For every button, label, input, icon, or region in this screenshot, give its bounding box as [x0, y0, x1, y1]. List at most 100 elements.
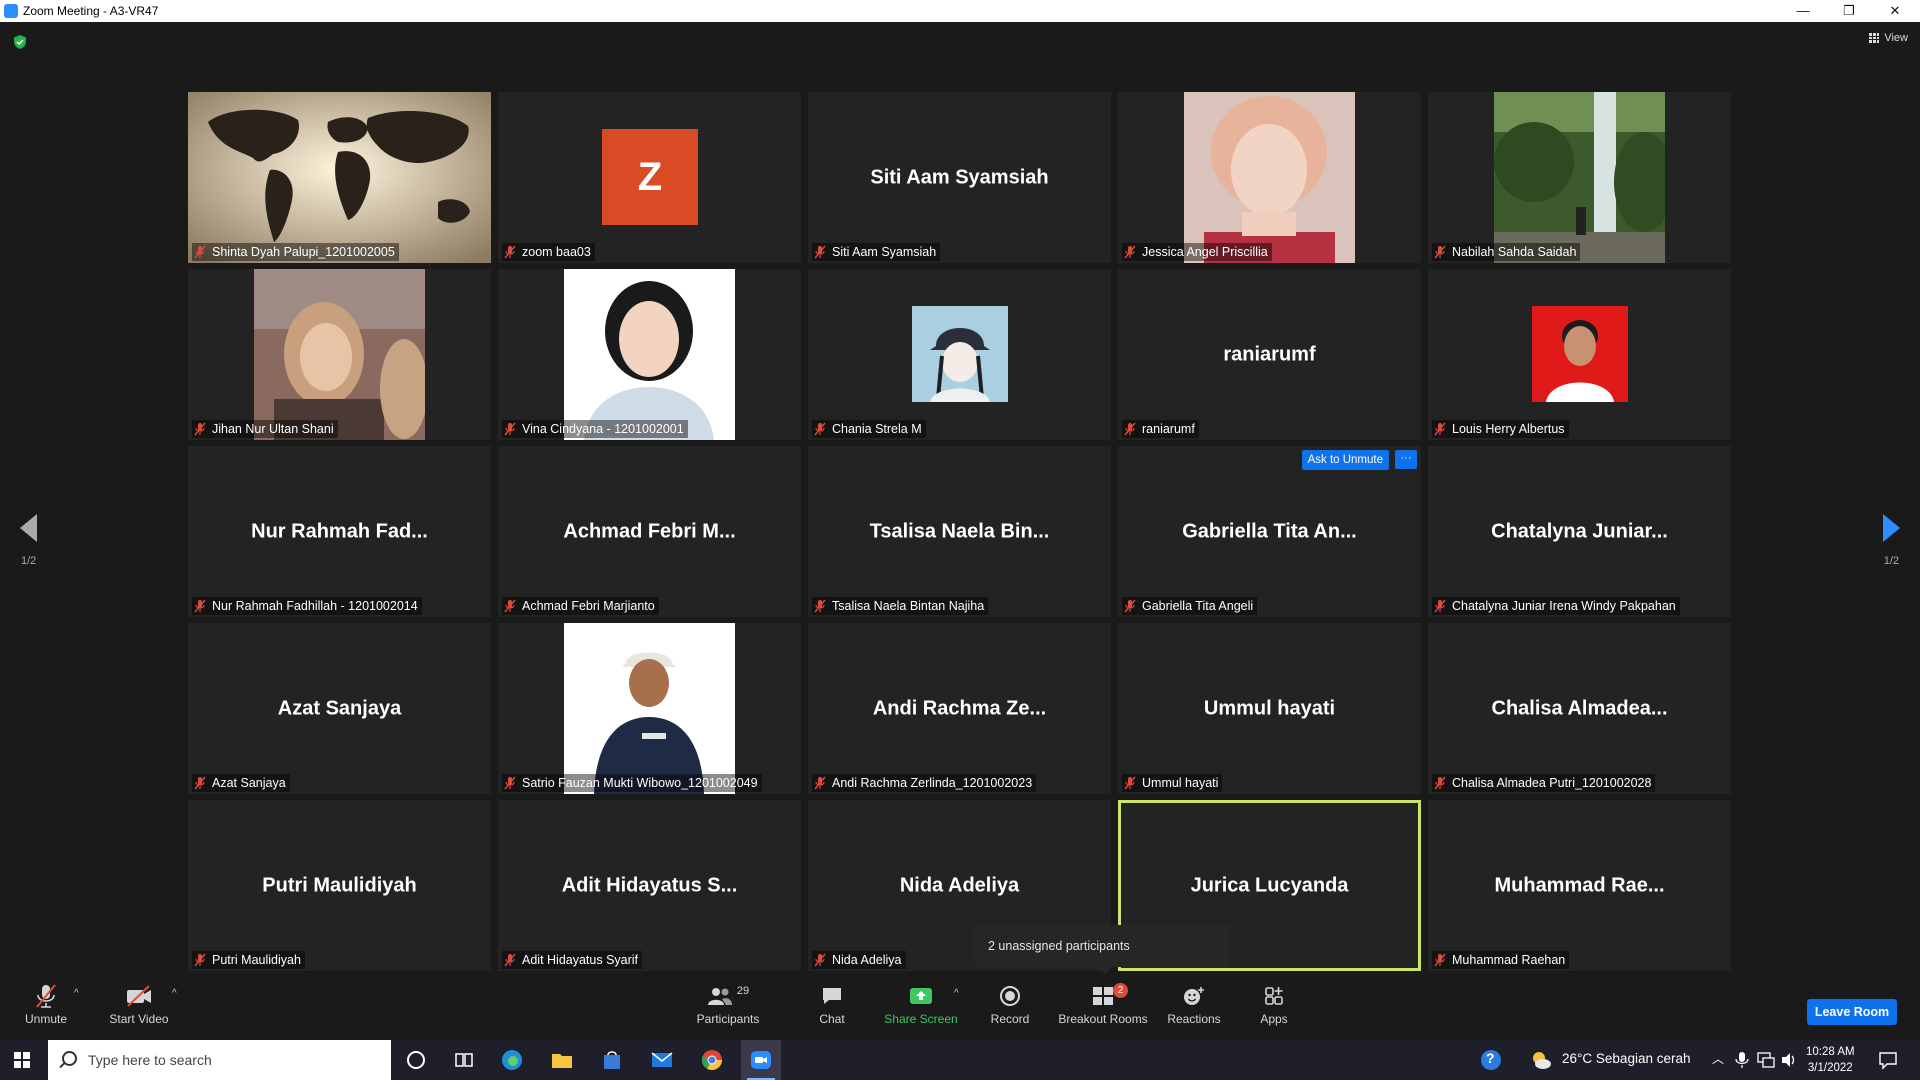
mail-icon[interactable] — [650, 1048, 674, 1072]
muted-mic-icon — [504, 953, 516, 967]
muted-mic-icon — [1124, 422, 1136, 436]
file-explorer-icon[interactable] — [550, 1048, 574, 1072]
meeting-toolbar: Unmute ^ Start Video ^ 29 Participants C… — [0, 980, 1920, 1040]
more-options-button[interactable]: ··· — [1395, 450, 1417, 469]
cortana-icon[interactable] — [404, 1048, 428, 1072]
participant-tile[interactable]: Chania Strela M — [808, 269, 1111, 440]
participant-tile[interactable]: Azat Sanjaya Azat Sanjaya — [188, 623, 491, 794]
participant-display-name: Chatalyna Juniar... — [1491, 520, 1668, 542]
ask-to-unmute-button[interactable]: Ask to Unmute — [1301, 450, 1389, 470]
participant-tile[interactable]: Andi Rachma Ze... Andi Rachma Zerlinda_1… — [808, 623, 1111, 794]
muted-mic-icon — [814, 245, 826, 259]
participant-display-name: Nida Adeliya — [899, 874, 1020, 896]
chat-button[interactable]: Chat — [810, 980, 854, 1040]
participant-tile[interactable]: Adit Hidayatus S... Adit Hidayatus Syari… — [498, 800, 801, 971]
participant-tile[interactable]: Jihan Nur Ultan Shani — [188, 269, 491, 440]
reactions-button[interactable]: Reactions — [1164, 980, 1224, 1040]
participant-tile[interactable]: Satrio Fauzan Mukti Wibowo_1201002049 — [498, 623, 801, 794]
edge-browser-icon[interactable] — [500, 1048, 524, 1072]
participant-name-label: Louis Herry Albertus — [1432, 420, 1569, 438]
apps-button[interactable]: Apps — [1254, 980, 1294, 1040]
video-off-icon — [127, 985, 151, 1007]
apps-label: Apps — [1260, 1012, 1288, 1026]
participant-name-label: Siti Aam Syamsiah — [812, 243, 941, 261]
weather-icon[interactable] — [1530, 1049, 1552, 1071]
participant-tile[interactable]: Shinta Dyah Palupi_1201002005 — [188, 92, 491, 263]
share-options-caret[interactable]: ^ — [954, 988, 959, 999]
participant-name-label: Chalisa Almadea Putri_1201002028 — [1432, 774, 1656, 792]
participant-photo — [564, 623, 735, 794]
muted-mic-icon — [194, 245, 206, 259]
participant-photo — [564, 269, 735, 440]
breakout-rooms-icon — [1093, 987, 1113, 1005]
participant-tile[interactable]: Achmad Febri M... Achmad Febri Marjianto — [498, 446, 801, 617]
audio-options-caret[interactable]: ^ — [74, 988, 79, 999]
task-view-icon[interactable] — [452, 1048, 476, 1072]
participant-tile[interactable]: Ask to Unmute ··· Gabriella Tita An... G… — [1118, 446, 1421, 617]
participant-name-label: Tsalisa Naela Bintan Najiha — [812, 597, 989, 615]
chrome-browser-icon[interactable] — [700, 1048, 724, 1072]
tray-microphone-icon[interactable] — [1734, 1051, 1750, 1069]
network-icon[interactable] — [1756, 1051, 1776, 1069]
next-page-arrow-icon[interactable] — [1883, 514, 1900, 542]
minimize-button[interactable]: — — [1780, 0, 1826, 22]
participant-name-label: Gabriella Tita Angeli — [1122, 597, 1258, 615]
microsoft-store-icon[interactable] — [600, 1048, 624, 1072]
notification-center-icon[interactable] — [1878, 1050, 1898, 1070]
view-button[interactable]: View — [1869, 32, 1908, 44]
participant-photo — [254, 269, 425, 440]
video-options-caret[interactable]: ^ — [172, 988, 177, 999]
participant-name-label: Satrio Fauzan Mukti Wibowo_1201002049 — [502, 774, 762, 792]
participant-tile[interactable]: Vina Cindyana - 1201002001 — [498, 269, 801, 440]
muted-mic-icon — [814, 422, 826, 436]
windows-start-icon[interactable] — [14, 1052, 30, 1068]
participant-tile[interactable]: Louis Herry Albertus — [1428, 269, 1731, 440]
participants-count: 29 — [736, 985, 750, 997]
close-button[interactable]: ✕ — [1872, 0, 1918, 22]
taskbar-search-box[interactable]: Type here to search — [48, 1040, 391, 1080]
reactions-label: Reactions — [1167, 1012, 1221, 1026]
clock-date: 3/1/2022 — [1807, 1062, 1853, 1074]
unmute-button[interactable]: Unmute — [20, 980, 72, 1040]
participant-name-label: Andi Rachma Zerlinda_1201002023 — [812, 774, 1037, 792]
participant-name-label: raniarumf — [1122, 420, 1199, 438]
participant-tile[interactable]: Z zoom baa03 — [498, 92, 801, 263]
muted-mic-icon — [194, 953, 206, 967]
taskbar-clock[interactable]: 10:28 AM 3/1/2022 — [1806, 1044, 1855, 1076]
zoom-taskbar-icon — [751, 1051, 771, 1069]
previous-page-arrow-icon[interactable] — [20, 514, 37, 542]
start-video-button[interactable]: Start Video — [106, 980, 172, 1040]
muted-mic-icon — [1434, 776, 1446, 790]
breakout-rooms-button[interactable]: 2 Breakout Rooms — [1056, 980, 1150, 1040]
participant-tile[interactable]: Muhammad Rae... Muhammad Raehan — [1428, 800, 1731, 971]
muted-mic-icon — [504, 776, 516, 790]
participant-tile[interactable]: Putri Maulidiyah Putri Maulidiyah — [188, 800, 491, 971]
participant-tile[interactable]: Chatalyna Juniar... Chatalyna Juniar Ire… — [1428, 446, 1731, 617]
participants-button[interactable]: 29 Participants — [690, 980, 766, 1040]
participant-tile[interactable]: Tsalisa Naela Bin... Tsalisa Naela Binta… — [808, 446, 1111, 617]
participant-tile[interactable]: Siti Aam Syamsiah Siti Aam Syamsiah — [808, 92, 1111, 263]
breakout-badge: 2 — [1113, 983, 1128, 998]
participant-tile[interactable]: Nabilah Sahda Saidah — [1428, 92, 1731, 263]
participant-tile[interactable]: Jessica Angel Priscillia — [1118, 92, 1421, 263]
video-gallery: Shinta Dyah Palupi_1201002005 Z zoom baa… — [188, 92, 1732, 974]
muted-mic-icon — [814, 776, 826, 790]
participant-name-label: Achmad Febri Marjianto — [502, 597, 659, 615]
window-title: Zoom Meeting - A3-VR47 — [23, 4, 159, 18]
muted-mic-icon — [814, 953, 826, 967]
record-button[interactable]: Record — [986, 980, 1034, 1040]
weather-text: 26°C Sebagian cerah — [1562, 1051, 1691, 1066]
participant-tile[interactable]: Nur Rahmah Fad... Nur Rahmah Fadhillah -… — [188, 446, 491, 617]
participant-tile[interactable]: raniarumf raniarumf — [1118, 269, 1421, 440]
volume-icon[interactable] — [1780, 1051, 1798, 1069]
encryption-shield-icon[interactable] — [12, 34, 28, 50]
participant-tile[interactable]: Ummul hayati Ummul hayati — [1118, 623, 1421, 794]
participant-display-name: Putri Maulidiyah — [262, 874, 417, 896]
muted-mic-icon — [1434, 422, 1446, 436]
restore-button[interactable]: ❐ — [1826, 0, 1872, 22]
share-screen-button[interactable]: Share Screen — [880, 980, 962, 1040]
participant-display-name: Ummul hayati — [1203, 697, 1336, 719]
leave-room-button[interactable]: Leave Room — [1807, 999, 1897, 1025]
tray-overflow-chevron-icon[interactable]: ︿ — [1712, 1050, 1724, 1067]
participant-tile[interactable]: Chalisa Almadea... Chalisa Almadea Putri… — [1428, 623, 1731, 794]
